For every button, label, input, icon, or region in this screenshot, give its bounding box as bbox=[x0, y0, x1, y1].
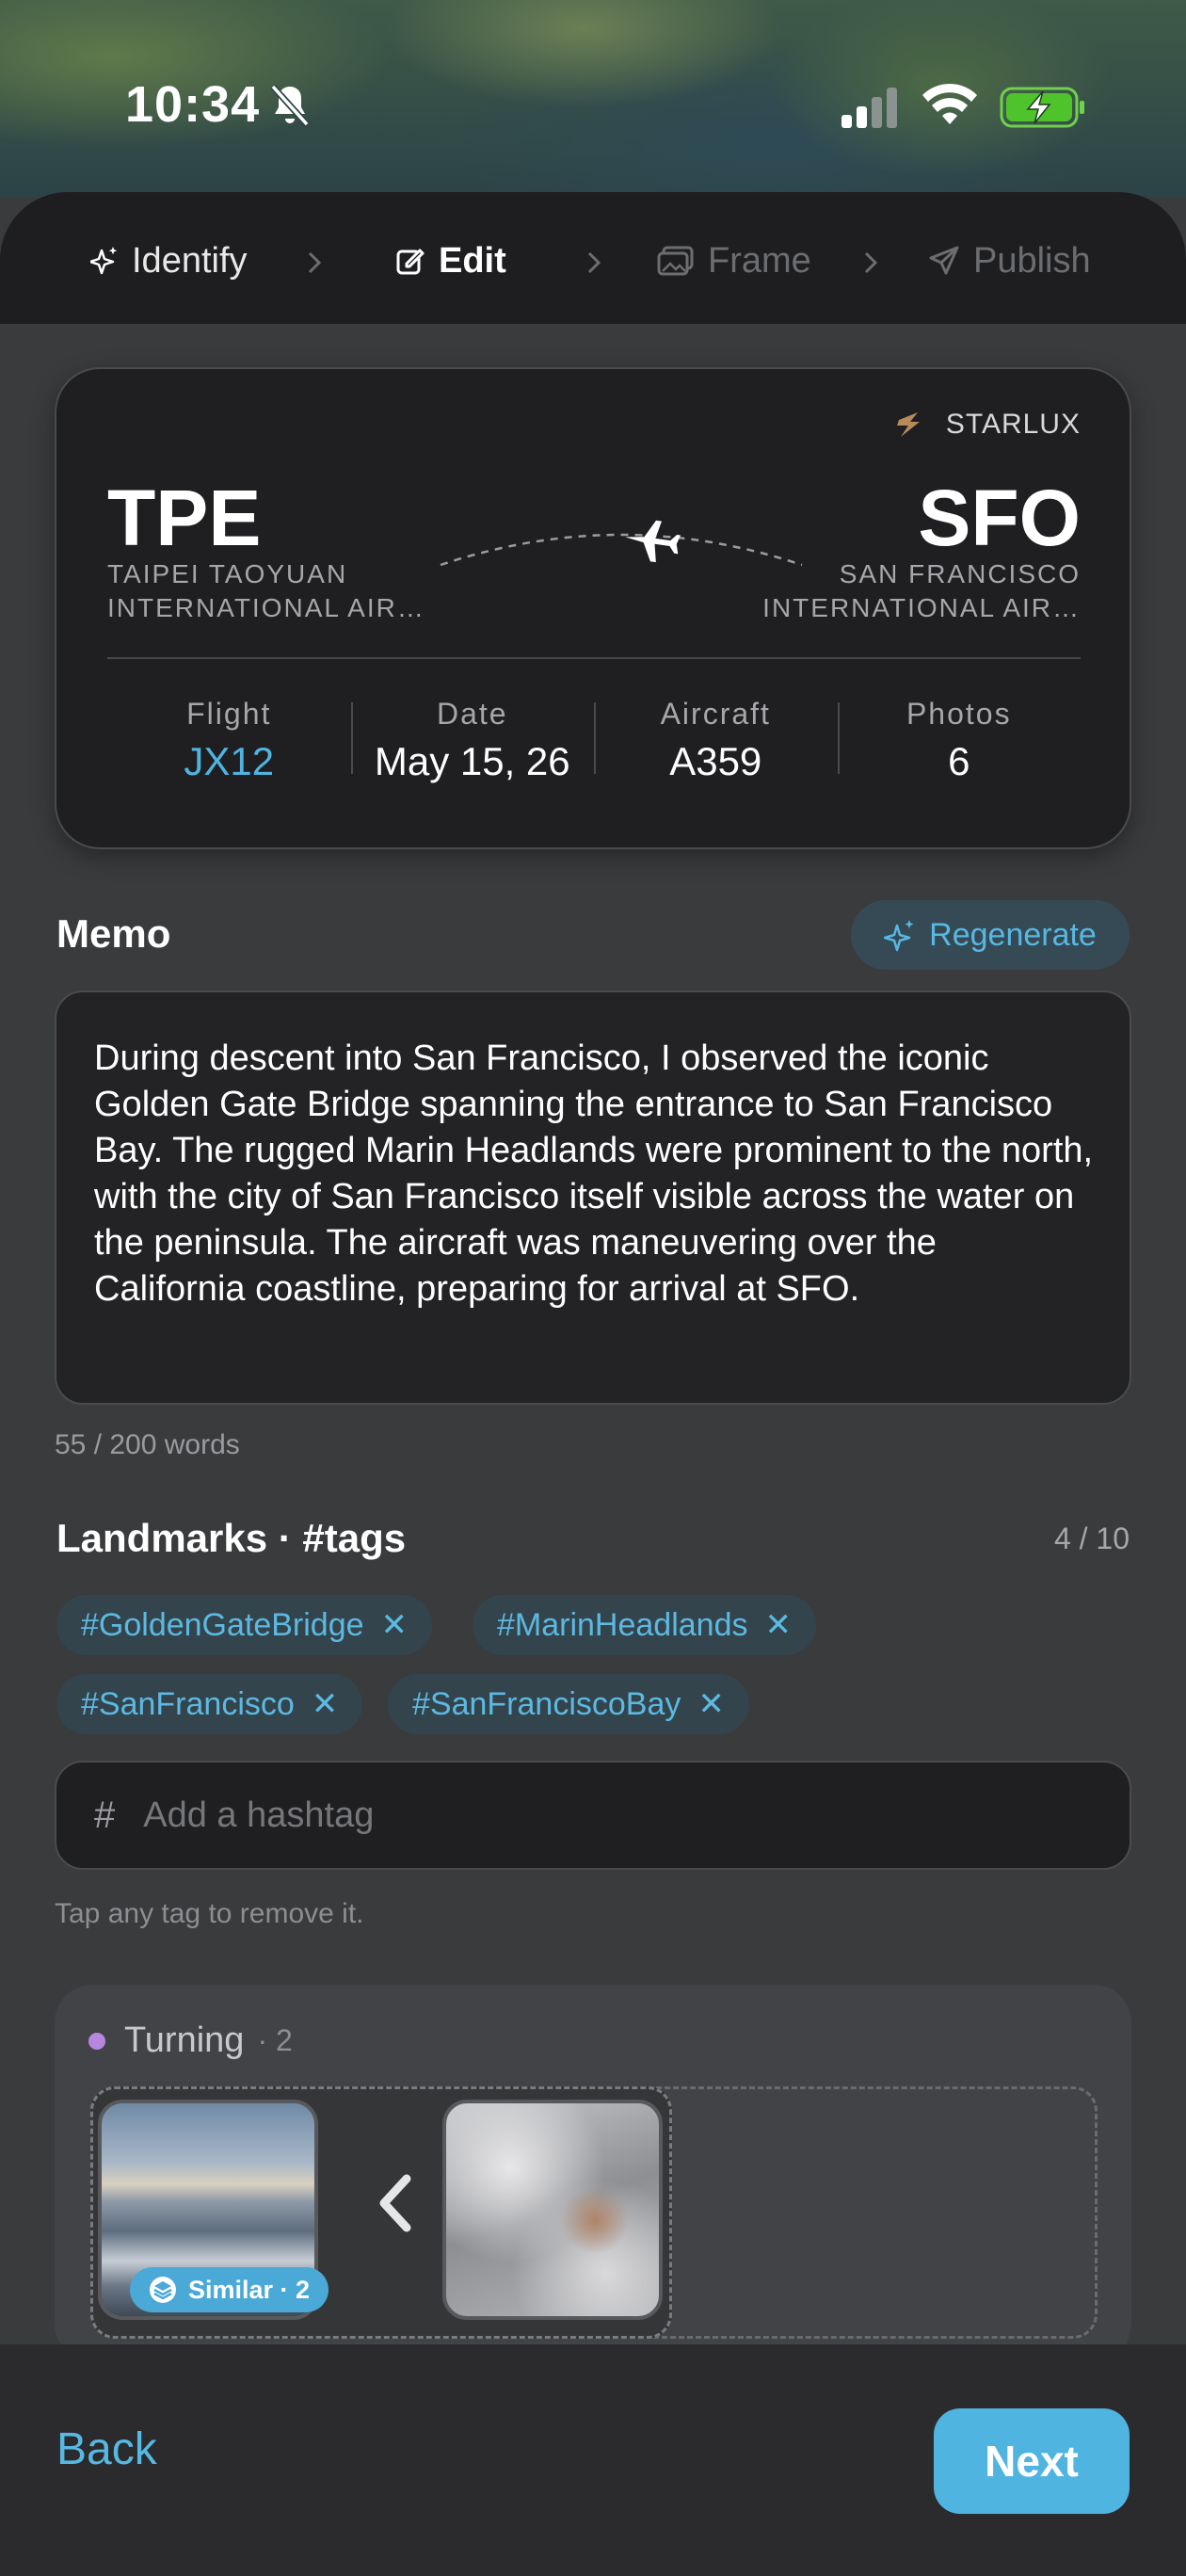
stat-aircraft: Aircraft A359 bbox=[594, 689, 838, 802]
photo-group-card: Turning · 2 Similar · 2 bbox=[55, 1985, 1131, 2361]
stat-date: Date May 15, 26 bbox=[350, 689, 595, 802]
next-button[interactable]: Next bbox=[934, 2408, 1130, 2514]
hashtag-label: #MarinHeadlands bbox=[497, 1606, 748, 1643]
sparkle-icon bbox=[884, 920, 914, 952]
origin-name: TAIPEI TAOYUAN INTERNATIONAL AIR… bbox=[107, 559, 425, 622]
origin-code: TPE bbox=[107, 474, 262, 562]
bell-slash-icon bbox=[270, 84, 310, 127]
similar-badge[interactable]: Similar · 2 bbox=[130, 2267, 329, 2312]
word-count: 55 / 200 words bbox=[55, 1429, 240, 1460]
hashtag-label: #SanFranciscoBay bbox=[412, 1685, 681, 1722]
hashtag-chip[interactable]: #GoldenGateBridge ✕ bbox=[56, 1595, 433, 1655]
hashtag-label: #SanFrancisco bbox=[81, 1685, 295, 1722]
step-edit[interactable]: Edit bbox=[395, 237, 506, 284]
chevron-right-icon bbox=[587, 251, 601, 274]
remove-tag-icon[interactable]: ✕ bbox=[312, 1685, 339, 1723]
stat-label: Flight bbox=[186, 697, 272, 731]
airline-name: STARLUX bbox=[945, 409, 1081, 440]
stat-label: Aircraft bbox=[660, 697, 771, 731]
regenerate-button[interactable]: Regenerate bbox=[851, 900, 1130, 970]
stat-flight: Flight JX12 bbox=[107, 689, 351, 802]
similar-label: Similar · 2 bbox=[188, 2275, 311, 2304]
divider bbox=[107, 657, 1081, 659]
group-count: · 2 bbox=[257, 2023, 293, 2057]
hashtag-input-field[interactable]: # bbox=[55, 1761, 1131, 1870]
group-header: Turning · 2 bbox=[88, 2021, 293, 2061]
chevron-right-icon bbox=[308, 251, 322, 274]
stat-value: May 15, 26 bbox=[374, 739, 570, 783]
stat-value: A359 bbox=[669, 739, 762, 783]
step-progress: Identify Edit Frame Publish bbox=[0, 192, 1186, 324]
hashtag-input[interactable] bbox=[143, 1795, 991, 1836]
bottom-action-bar: Back Next bbox=[0, 2344, 1186, 2576]
hashtag-chip[interactable]: #SanFrancisco ✕ bbox=[56, 1674, 363, 1734]
photos-icon bbox=[657, 246, 694, 276]
status-time: 10:34 bbox=[125, 76, 261, 133]
step-label: Identify bbox=[132, 240, 248, 281]
step-label: Publish bbox=[973, 240, 1091, 281]
remove-tag-icon[interactable]: ✕ bbox=[381, 1606, 409, 1644]
flight-route bbox=[440, 520, 803, 567]
hashtag-chip[interactable]: #MarinHeadlands ✕ bbox=[473, 1595, 816, 1655]
battery-charging-icon bbox=[1000, 87, 1084, 128]
stat-value: 6 bbox=[948, 739, 970, 783]
hashtag-label: #GoldenGateBridge bbox=[81, 1606, 364, 1643]
hashtag-chip[interactable]: #SanFranciscoBay ✕ bbox=[388, 1674, 749, 1734]
flight-card: STARLUX TPE TAIPEI TAOYUAN INTERNATIONAL… bbox=[55, 367, 1131, 849]
group-name: Turning bbox=[124, 2021, 245, 2060]
destination-name: SAN FRANCISCO INTERNATIONAL AIR… bbox=[762, 559, 1081, 622]
tag-count: 4 / 10 bbox=[1053, 1521, 1130, 1555]
editor-sheet: Identify Edit Frame Publish STARLUX TPE … bbox=[0, 192, 1186, 2576]
edit-icon bbox=[396, 249, 425, 275]
step-publish[interactable]: Publish bbox=[928, 237, 1091, 284]
step-label: Frame bbox=[708, 240, 811, 281]
airplane-icon bbox=[625, 520, 681, 563]
airline-logo-icon bbox=[896, 412, 920, 437]
photo-thumbnail[interactable] bbox=[442, 2100, 663, 2320]
remove-tag-icon[interactable]: ✕ bbox=[697, 1685, 725, 1723]
stat-label: Photos bbox=[906, 697, 1012, 731]
step-identify[interactable]: Identify bbox=[90, 237, 248, 284]
remove-tag-icon[interactable]: ✕ bbox=[765, 1606, 793, 1644]
memo-title: Memo bbox=[56, 911, 171, 956]
group-color-dot bbox=[88, 2032, 105, 2050]
sparkle-icon bbox=[90, 247, 118, 275]
flight-stats: Flight JX12 Date May 15, 26 Aircraft A35… bbox=[107, 689, 1081, 802]
collapse-arrow-icon[interactable] bbox=[375, 2173, 416, 2233]
stat-label: Date bbox=[436, 697, 508, 731]
landmarks-title: Landmarks · #tags bbox=[56, 1516, 407, 1560]
layers-icon bbox=[150, 2277, 176, 2303]
regenerate-label: Regenerate bbox=[929, 916, 1097, 953]
status-bar: 10:34 bbox=[0, 0, 1186, 188]
step-label: Edit bbox=[439, 240, 506, 281]
send-icon bbox=[929, 246, 959, 275]
destination-code: SFO bbox=[918, 474, 1081, 562]
airline: STARLUX bbox=[893, 409, 1081, 441]
stat-photos: Photos 6 bbox=[837, 689, 1082, 802]
cellular-signal-icon bbox=[841, 88, 897, 128]
tag-hint: Tap any tag to remove it. bbox=[55, 1898, 364, 1929]
hash-icon: # bbox=[94, 1794, 116, 1836]
wifi-icon bbox=[922, 83, 977, 124]
back-button[interactable]: Back bbox=[56, 2423, 157, 2475]
step-frame[interactable]: Frame bbox=[657, 237, 811, 284]
memo-textarea[interactable]: During descent into San Francisco, I obs… bbox=[55, 990, 1131, 1405]
flight-number-link[interactable]: JX12 bbox=[107, 739, 351, 784]
chevron-right-icon bbox=[864, 251, 878, 274]
